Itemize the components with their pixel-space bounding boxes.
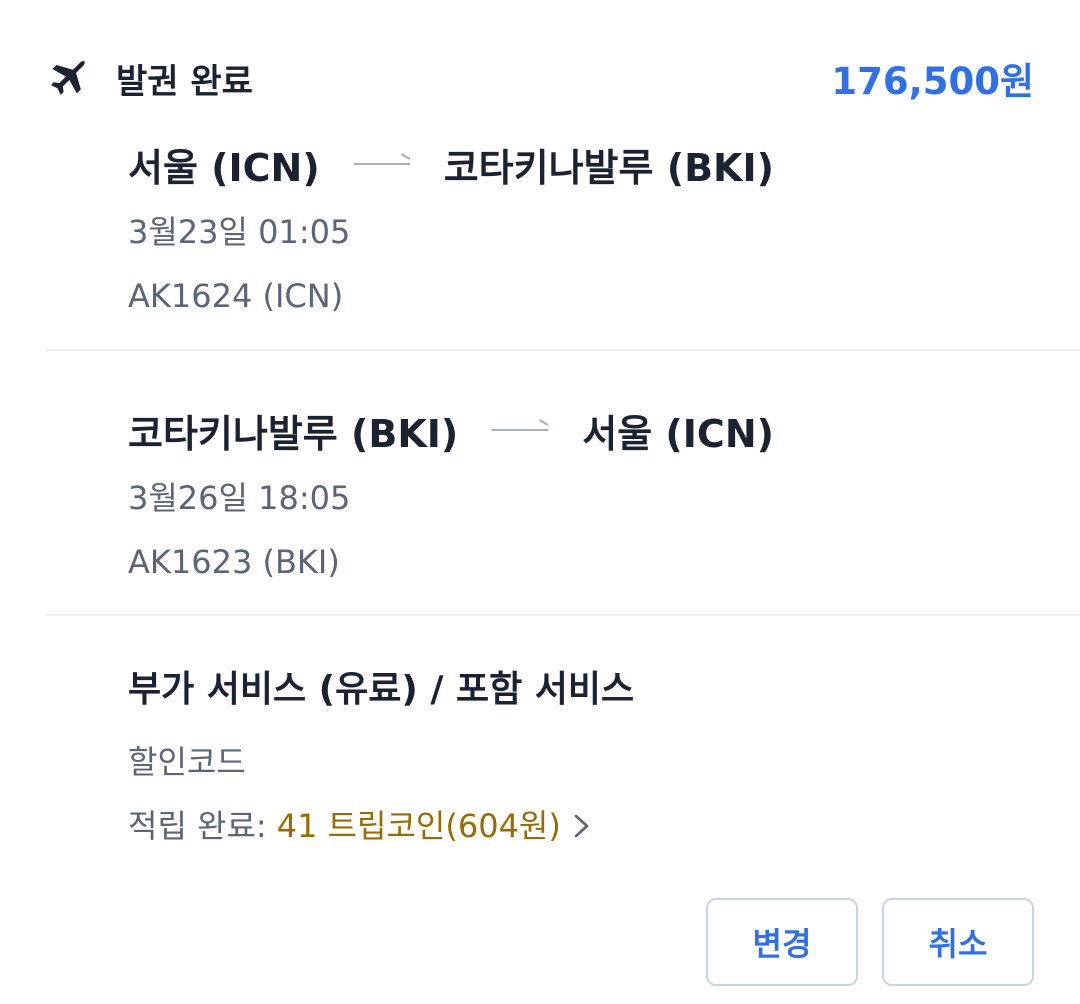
earned-label: 적립 완료:: [128, 807, 267, 845]
earned-coins-link[interactable]: 적립 완료: 41 트립코인(604원): [128, 804, 1034, 848]
flight-number: AK1624 (ICN): [128, 277, 344, 315]
divider: [46, 349, 1080, 351]
booking-header: 발권 완료 176,500원: [46, 48, 1034, 108]
route: 코타키나발루 (BKI) 서울 (ICN): [128, 404, 1034, 456]
change-button[interactable]: 변경: [706, 898, 858, 986]
flight-segment-outbound: 서울 (ICN) 코타키나발루 (BKI) 3월23일 01:05 AK1624…: [128, 138, 1034, 318]
route: 서울 (ICN) 코타키나발루 (BKI): [128, 138, 1034, 190]
total-price: 176,500원: [831, 60, 1034, 103]
chevron-right-icon: [571, 811, 593, 841]
divider: [46, 614, 1080, 616]
departure-datetime: 3월23일 01:05: [128, 213, 351, 251]
services-section: 부가 서비스 (유료) / 포함 서비스 할인코드 적립 완료: 41 트립코인…: [128, 664, 1034, 848]
booking-card: 발권 완료 176,500원 서울 (ICN) 코타키나발루 (BKI) 3월2…: [0, 0, 1080, 1004]
destination-airport: 서울 (ICN): [582, 411, 774, 456]
flight-segment-return: 코타키나발루 (BKI) 서울 (ICN) 3월26일 18:05 AK1623…: [128, 404, 1034, 584]
flight-number: AK1623 (BKI): [128, 543, 340, 581]
arrow-right-icon: [492, 423, 549, 437]
arrow-right-icon: [353, 157, 410, 171]
origin-airport: 코타키나발루 (BKI): [128, 411, 459, 456]
status-title: 발권 완료: [116, 61, 253, 102]
earned-coins-value: 41 트립코인(604원): [276, 807, 561, 845]
origin-airport: 서울 (ICN): [128, 145, 320, 190]
cancel-button[interactable]: 취소: [882, 898, 1034, 986]
destination-airport: 코타키나발루 (BKI): [443, 145, 774, 190]
services-title: 부가 서비스 (유료) / 포함 서비스: [128, 669, 635, 710]
booking-status: 발권 완료: [46, 54, 253, 103]
discount-code-label: 할인코드: [128, 743, 246, 781]
departure-datetime: 3월26일 18:05: [128, 479, 351, 517]
airplane-icon: [46, 56, 90, 100]
